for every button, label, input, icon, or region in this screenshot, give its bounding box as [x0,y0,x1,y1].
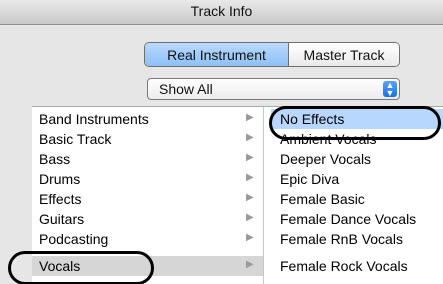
preset-item-no-effects[interactable]: No Effects [271,109,443,129]
title-bar[interactable]: Track Info [0,0,443,25]
preset-label: Deeper Vocals [280,151,372,167]
preset-item-female-basic[interactable]: Female Basic [271,189,443,209]
preset-item-female-rnb-vocals[interactable]: Female RnB Vocals [271,229,443,249]
preset-list: No Effects Ambient Vocals Deeper Vocals … [271,107,443,284]
category-item-vocals[interactable]: Vocals ▶ [32,256,263,276]
category-item-basic-track[interactable]: Basic Track ▶ [32,129,263,149]
preset-label: Female Dance Vocals [280,211,417,227]
category-label: Band Instruments [39,111,149,127]
category-item-bass[interactable]: Bass ▶ [32,149,263,169]
preset-label: Ambient Vocals [280,131,377,147]
category-list: Band Instruments ▶ Basic Track ▶ Bass ▶ … [32,107,264,284]
chevron-right-icon: ▶ [246,132,254,143]
category-item-effects[interactable]: Effects ▶ [32,189,263,209]
preset-label: No Effects [280,111,345,127]
instrument-browser: Band Instruments ▶ Basic Track ▶ Bass ▶ … [32,106,443,284]
category-label: Basic Track [39,131,112,147]
popup-arrows-icon: ▲ ▼ [383,81,397,98]
category-label: Effects [39,191,82,207]
chevron-right-icon: ▶ [246,232,254,243]
preset-item-ambient-vocals[interactable]: Ambient Vocals [271,129,443,149]
master-track-tab[interactable]: Master Track [289,43,399,66]
category-item-drums[interactable]: Drums ▶ [32,169,263,189]
preset-item-epic-diva[interactable]: Epic Diva [271,169,443,189]
track-info-window: Track Info Real Instrument Master Track … [0,0,443,284]
category-item-podcasting[interactable]: Podcasting ▶ [32,229,263,249]
preset-label: Female Rock Vocals [280,258,408,274]
chevron-right-icon: ▶ [246,259,254,270]
chevron-right-icon: ▶ [246,192,254,203]
chevron-right-icon: ▶ [246,172,254,183]
category-label: Podcasting [39,231,109,247]
category-label: Drums [39,171,81,187]
filter-popup-label: Show All [159,81,213,97]
category-item-band-instruments[interactable]: Band Instruments ▶ [32,109,263,129]
track-type-segmented-control: Real Instrument Master Track [144,42,400,67]
preset-item-female-rock-vocals[interactable]: Female Rock Vocals [271,256,443,276]
category-label: Vocals [39,258,81,274]
window-title: Track Info [190,3,253,19]
preset-label: Epic Diva [280,171,340,187]
preset-item-female-dance-vocals[interactable]: Female Dance Vocals [271,209,443,229]
preset-label: Female RnB Vocals [280,231,403,247]
category-label: Guitars [39,211,85,227]
category-label: Bass [39,151,71,167]
filter-popup[interactable]: Show All ▲ ▼ [147,78,400,100]
chevron-right-icon: ▶ [246,112,254,123]
preset-label: Female Basic [280,191,365,207]
real-instrument-tab[interactable]: Real Instrument [145,43,289,66]
category-item-guitars[interactable]: Guitars ▶ [32,209,263,229]
chevron-right-icon: ▶ [246,152,254,163]
preset-item-deeper-vocals[interactable]: Deeper Vocals [271,149,443,169]
chevron-right-icon: ▶ [246,212,254,223]
